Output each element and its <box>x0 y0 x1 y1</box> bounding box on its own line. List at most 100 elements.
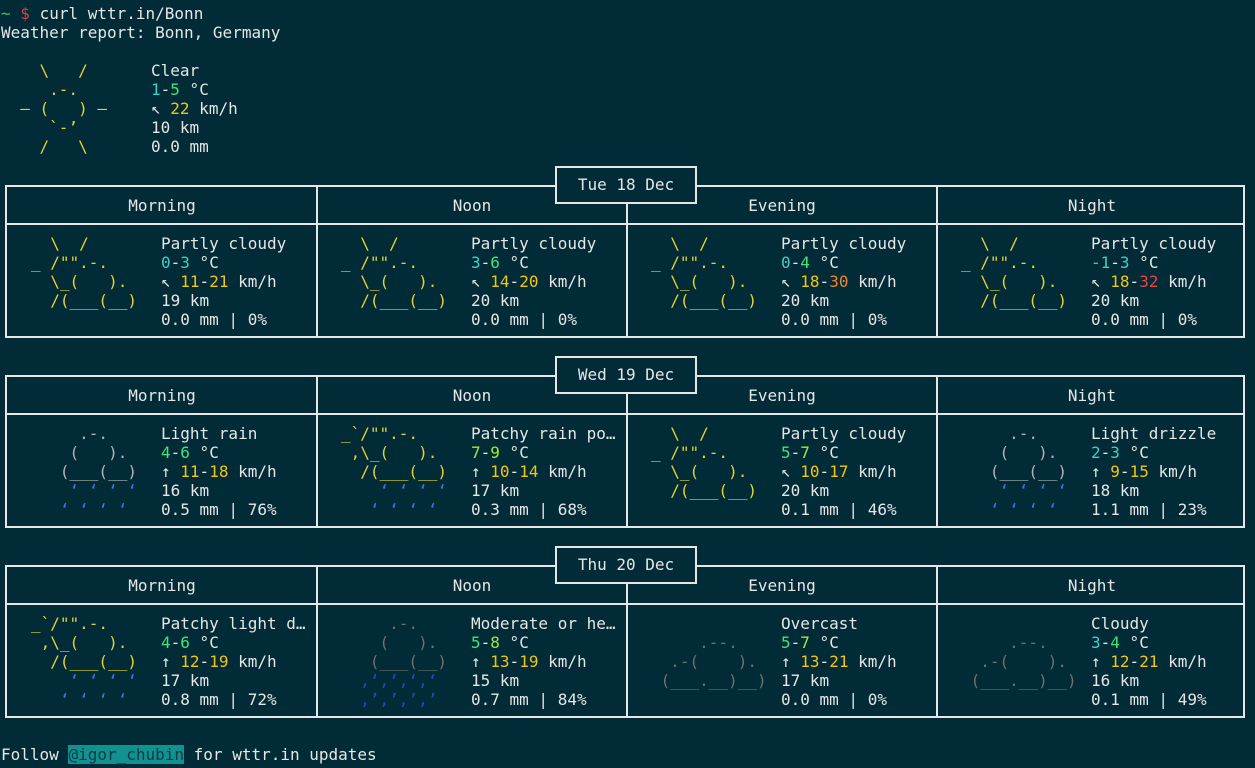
wind-arrow-icon: ↑ <box>161 652 171 671</box>
temperature: 4-6 °C <box>161 633 219 652</box>
wind-arrow-icon: ↖ <box>781 272 791 291</box>
ascii-line: /(___(__) <box>31 291 137 310</box>
visibility: 16 km <box>161 481 210 500</box>
ascii-line: /(___(__) <box>341 462 447 481</box>
visibility: 18 km <box>1091 481 1140 500</box>
weather-info: Light rain 4-6 °C ↑ 11-18 km/h 16 km 0.5 mm … <box>161 424 313 519</box>
weather-info: Partly cloudy -1-3 °C ↖ 18-32 km/h 20 km 0.0… <box>1091 234 1243 329</box>
wind: ↖ 10-17 km/h <box>781 462 897 481</box>
ascii-line: _ /"".-. <box>651 443 729 462</box>
twitter-handle-link[interactable]: @igor_chubin <box>68 745 185 764</box>
ascii-line: .-( ). <box>651 652 757 671</box>
temperature: 5-8 °C <box>471 633 529 652</box>
visibility: 20 km <box>781 481 830 500</box>
report-title: Weather report: Bonn, Germany <box>1 23 281 42</box>
current-ascii-line: / \ <box>1 137 88 156</box>
ascii-line: \ / <box>651 424 709 443</box>
ascii-line: \_( ). <box>961 272 1058 291</box>
ascii-line: ‘ ‘ ‘ ‘ <box>341 481 447 500</box>
footer-follow-text: Follow <box>1 745 69 764</box>
ascii-line <box>651 614 767 633</box>
ascii-line: _`/"".-. <box>341 424 419 443</box>
visibility: 17 km <box>161 671 210 690</box>
condition-text: Cloudy <box>1091 614 1149 633</box>
date-label: Thu 20 Dec <box>555 546 697 584</box>
wind: ↑ 9-15 km/h <box>1091 462 1197 481</box>
condition-text: Light rain <box>161 424 258 443</box>
wind: ↑ 11-18 km/h <box>161 462 277 481</box>
precipitation: 0.0 mm | 0% <box>1091 310 1197 329</box>
temperature: 5-7 °C <box>781 443 839 462</box>
ascii-line: .-. <box>961 424 1039 443</box>
ascii-line: /(___(__) <box>961 291 1067 310</box>
precipitation: 0.8 mm | 72% <box>161 690 277 709</box>
weather-ascii-icon: _`/"".-. ,\_( ). /(___(__) ‘ ‘ ‘ ‘ ‘ ‘ ‘… <box>341 424 447 519</box>
temperature: 3-6 °C <box>471 253 529 272</box>
ascii-line: .-. <box>341 614 419 633</box>
wind: ↑ 12-19 km/h <box>161 652 277 671</box>
weather-info: Patchy light d… 4-6 °C ↑ 12-19 km/h 17 km 0.… <box>161 614 313 709</box>
ascii-line: _ /"".-. <box>961 253 1039 272</box>
period-header: Night <box>1067 576 1117 595</box>
ascii-line: _ /"".-. <box>341 253 419 272</box>
ascii-line: _ /"".-. <box>31 253 109 272</box>
weather-info: Light drizzle 2-3 °C ↑ 9-15 km/h 18 km 1.1 m… <box>1091 424 1243 519</box>
ascii-line: \ / <box>341 234 399 253</box>
ascii-line: (___(__) <box>31 462 137 481</box>
forecast-day-table: Morning Noon Evening Night \ / _ /"".-. \_( … <box>5 185 1245 338</box>
ascii-line: \_( ). <box>651 462 748 481</box>
ascii-line <box>961 614 1077 633</box>
current-visibility: 10 km <box>151 118 200 137</box>
ascii-line: \_( ). <box>651 272 748 291</box>
ascii-line: (___.__)__) <box>651 671 767 690</box>
current-weather-info: Clear 1-5 °C ↖ 22 km/h 10 km 0.0 mm <box>151 61 238 156</box>
table-divider <box>7 603 1243 605</box>
wind-arrow-icon: ↑ <box>161 462 171 481</box>
precipitation: 0.1 mm | 49% <box>1091 690 1207 709</box>
command-text: curl wttr.in/Bonn <box>39 4 204 23</box>
ascii-line: ( ). <box>341 633 438 652</box>
period-header: Morning <box>128 576 196 595</box>
ascii-line: ‘ ‘ ‘ ‘ <box>31 500 128 519</box>
ascii-line: ‚‘‚‘‚‘‚‘ <box>341 671 438 690</box>
weather-info: Moderate or he… 5-8 °C ↑ 13-19 km/h 15 km 0.… <box>471 614 623 709</box>
ascii-line <box>31 310 137 329</box>
temperature: 3-4 °C <box>1091 633 1149 652</box>
ascii-line: ‘ ‘ ‘ ‘ <box>961 481 1067 500</box>
ascii-line: \_( ). <box>341 272 438 291</box>
precipitation: 0.0 mm | 0% <box>471 310 577 329</box>
footer-rest-text: for wttr.in updates <box>184 745 377 764</box>
ascii-line <box>651 310 757 329</box>
visibility: 15 km <box>471 671 520 690</box>
wind-arrow-icon: ↖ <box>151 99 161 118</box>
visibility: 20 km <box>471 291 520 310</box>
prompt-tilde: ~ <box>1 4 11 23</box>
weather-ascii-icon: \ / _ /"".-. \_( ). /(___(__) <box>31 234 137 329</box>
period-header: Morning <box>128 386 196 405</box>
ascii-line: .-. <box>31 424 109 443</box>
ascii-line: /(___(__) <box>651 291 757 310</box>
ascii-line: \ / <box>31 234 89 253</box>
ascii-line: ( ). <box>31 443 128 462</box>
wind: ↑ 12-21 km/h <box>1091 652 1207 671</box>
wind: ↖ 18-30 km/h <box>781 272 897 291</box>
ascii-line: ‘ ‘ ‘ ‘ <box>341 500 438 519</box>
current-precip: 0.0 mm <box>151 137 209 156</box>
wind-arrow-icon: ↑ <box>781 652 791 671</box>
ascii-line <box>341 310 447 329</box>
wind-arrow-icon: ↖ <box>1091 272 1101 291</box>
wind: ↑ 13-19 km/h <box>471 652 587 671</box>
ascii-line <box>651 690 767 709</box>
table-divider <box>7 413 1243 415</box>
ascii-line: ‘ ‘ ‘ ‘ <box>31 690 128 709</box>
weather-info: Partly cloudy 3-6 °C ↖ 14-20 km/h 20 km 0.0 … <box>471 234 623 329</box>
weather-ascii-icon: \ / _ /"".-. \_( ). /(___(__) <box>341 234 447 329</box>
ascii-line: ,\_( ). <box>31 633 128 652</box>
weather-ascii-icon: .-. ( ). (___(__) ‘ ‘ ‘ ‘ ‘ ‘ ‘ ‘ <box>31 424 137 519</box>
weather-info: Partly cloudy 0-4 °C ↖ 18-30 km/h 20 km 0.0 … <box>781 234 933 329</box>
temperature: -1-3 °C <box>1091 253 1159 272</box>
ascii-line: (___.__)__) <box>961 671 1077 690</box>
ascii-line <box>961 690 1077 709</box>
weather-ascii-icon: .-. ( ). (___(__) ‚‘‚‘‚‘‚‘ ‚’‚’‚’‚’ <box>341 614 447 709</box>
forecast-day-table: Morning Noon Evening Night .-. ( ). (___(__… <box>5 375 1245 528</box>
